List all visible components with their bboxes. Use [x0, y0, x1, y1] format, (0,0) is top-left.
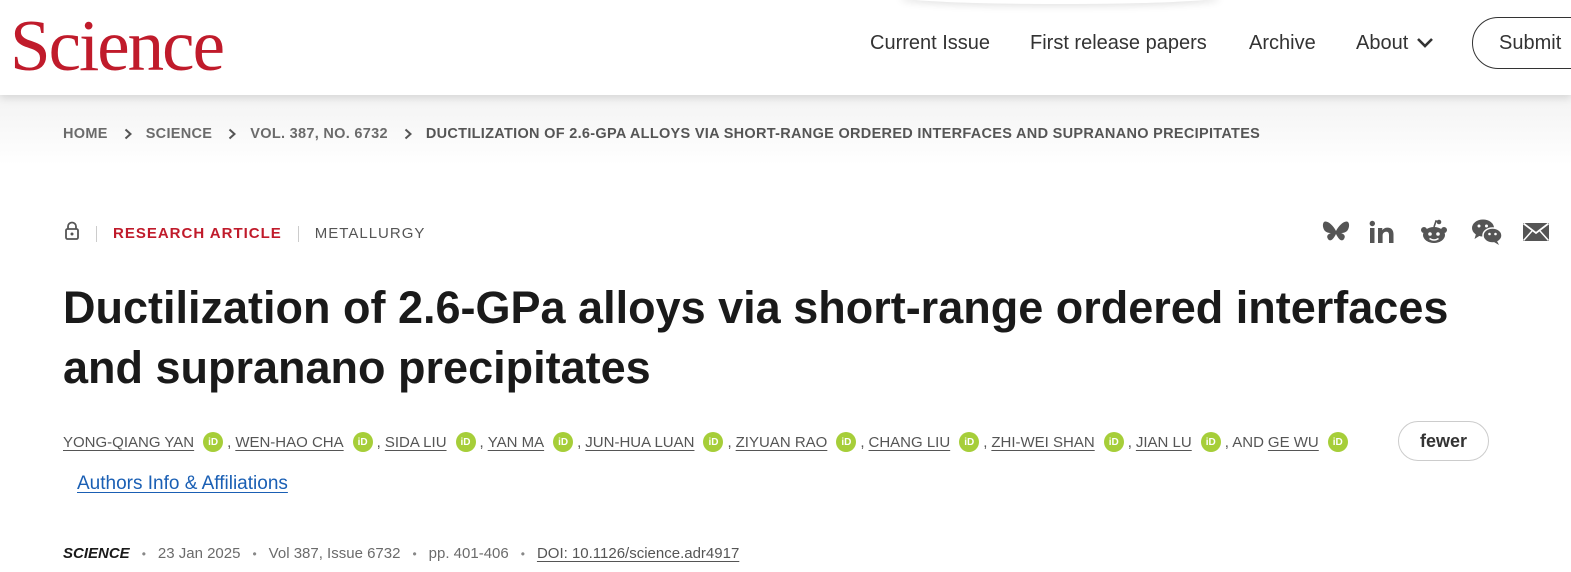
article-meta: RESEARCH ARTICLE METALLURGY: [64, 221, 425, 246]
bluesky-icon[interactable]: [1320, 216, 1352, 248]
citation-line: SCIENCE • 23 Jan 2025 • Vol 387, Issue 6…: [63, 545, 739, 562]
bullet-separator: •: [141, 546, 146, 561]
divider: [297, 225, 299, 242]
page-range: pp. 401-406: [428, 545, 509, 562]
breadcrumb-volume[interactable]: VOL. 387, NO. 6732: [250, 126, 388, 142]
chevron-down-icon: [1416, 37, 1434, 49]
orcid-icon[interactable]: iD: [836, 432, 857, 452]
submit-button[interactable]: Submit: [1472, 17, 1571, 69]
volume-issue: Vol 387, Issue 6732: [268, 545, 401, 562]
science-logo[interactable]: Science: [10, 6, 225, 86]
chevron-right-icon: [124, 128, 132, 140]
author-link[interactable]: JIAN LU: [1136, 434, 1192, 451]
article-type[interactable]: RESEARCH ARTICLE: [113, 225, 282, 242]
orcid-icon[interactable]: iD: [455, 432, 476, 452]
author-separator: ,: [479, 433, 484, 451]
bullet-separator: •: [412, 546, 417, 561]
nav-first-release-papers[interactable]: First release papers: [1030, 31, 1207, 55]
article-title: Ductilization of 2.6-GPa alloys via shor…: [63, 282, 1449, 393]
header-shadow-accent: [900, 0, 1220, 4]
nav-about-label: About: [1356, 32, 1409, 54]
linkedin-icon[interactable]: [1366, 216, 1398, 248]
orcid-icon[interactable]: iD: [203, 432, 224, 452]
orcid-icon[interactable]: iD: [1327, 432, 1348, 452]
nav-archive[interactable]: Archive: [1249, 31, 1316, 55]
reddit-icon[interactable]: [1418, 216, 1450, 248]
fewer-authors-button[interactable]: fewer: [1398, 421, 1489, 461]
author-separator: ,: [1127, 433, 1132, 451]
wechat-icon[interactable]: [1471, 216, 1503, 248]
publication-date: 23 Jan 2025: [157, 545, 241, 562]
breadcrumb-home[interactable]: HOME: [63, 126, 108, 142]
divider: [96, 225, 97, 242]
orcid-icon[interactable]: iD: [703, 432, 724, 452]
author-link[interactable]: GE WU: [1268, 434, 1319, 451]
orcid-icon[interactable]: iD: [553, 432, 574, 452]
journal-name[interactable]: SCIENCE: [63, 545, 130, 562]
email-icon[interactable]: [1520, 216, 1552, 248]
author-and-separator: , AND: [1224, 433, 1264, 451]
author-separator: ,: [376, 433, 381, 451]
author-link[interactable]: CHANG LIU: [869, 434, 951, 451]
doi-link[interactable]: DOI: 10.1126/science.adr4917: [537, 545, 739, 562]
article-subject[interactable]: METALLURGY: [315, 225, 426, 242]
orcid-icon[interactable]: iD: [1103, 432, 1124, 452]
author-link[interactable]: YAN MA: [488, 434, 544, 451]
orcid-icon[interactable]: iD: [1200, 432, 1221, 452]
author-link[interactable]: ZHI-WEI SHAN: [991, 434, 1094, 451]
author-separator: ,: [983, 433, 988, 451]
breadcrumb: HOME SCIENCE VOL. 387, NO. 6732 DUCTILIZ…: [63, 126, 1260, 142]
lock-icon: [64, 221, 80, 246]
bullet-separator: •: [252, 546, 257, 561]
author-separator: ,: [860, 433, 865, 451]
author-link[interactable]: YONG-QIANG YAN: [63, 434, 194, 451]
breadcrumb-science[interactable]: SCIENCE: [146, 126, 213, 142]
author-list: YONG-QIANG YAN iD , WEN-HAO CHA iD , SID…: [63, 429, 1352, 455]
nav-current-issue[interactable]: Current Issue: [870, 31, 990, 55]
orcid-icon[interactable]: iD: [352, 432, 373, 452]
breadcrumb-current: DUCTILIZATION OF 2.6-GPA ALLOYS VIA SHOR…: [425, 126, 1261, 142]
site-header: Science Current Issue First release pape…: [0, 0, 1571, 95]
orcid-icon[interactable]: iD: [959, 432, 980, 452]
author-separator: ,: [577, 433, 582, 451]
author-link[interactable]: ZIYUAN RAO: [736, 434, 828, 451]
author-separator: ,: [227, 433, 232, 451]
chevron-right-icon: [404, 128, 412, 140]
author-link[interactable]: SIDA LIU: [385, 434, 447, 451]
authors-affiliations-link[interactable]: Authors Info & Affiliations: [77, 473, 288, 495]
chevron-right-icon: [228, 128, 237, 140]
nav-about[interactable]: About: [1356, 31, 1434, 55]
author-separator: ,: [727, 433, 732, 451]
author-link[interactable]: JUN-HUA LUAN: [585, 434, 694, 451]
author-link[interactable]: WEN-HAO CHA: [235, 434, 343, 451]
bullet-separator: •: [520, 546, 525, 561]
